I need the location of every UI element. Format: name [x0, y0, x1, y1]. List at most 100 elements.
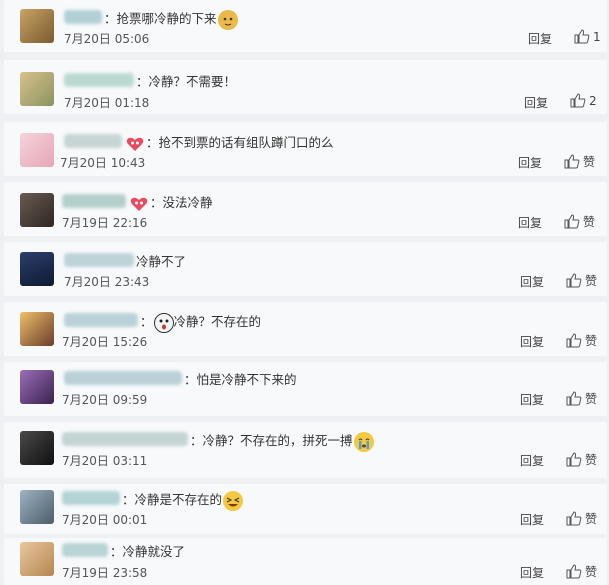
avatar[interactable]: [20, 431, 54, 465]
comment-item: ：抢不到票的话有组队蹲门口的么 7月20日 10:43 回复 赞: [4, 122, 607, 176]
comment-text: ：冷静是不存在的: [122, 489, 244, 511]
separator: ：: [104, 11, 117, 26]
reply-button[interactable]: 回复: [520, 452, 544, 469]
username-blurred[interactable]: [62, 543, 108, 557]
separator: ：: [110, 544, 123, 559]
like-count: 赞: [585, 392, 598, 406]
reply-button[interactable]: 回复: [520, 273, 544, 290]
heart-eyes-emoji-icon: [130, 196, 148, 212]
comment-item: ：冷静是不存在的 7月20日 00:01 回复 赞: [4, 484, 607, 534]
username-blurred[interactable]: [62, 194, 126, 208]
like-button[interactable]: 赞: [564, 153, 595, 170]
comment-text: ：冷静？不存在的，拼死一搏: [190, 430, 374, 452]
username-blurred[interactable]: [64, 371, 182, 385]
timestamp: 7月19日 23:58: [62, 566, 148, 580]
comment-body: 冷静？不需要！: [148, 74, 237, 89]
comment-text: ：冷静？不需要！: [136, 71, 236, 90]
separator: ：: [136, 74, 149, 89]
like-count: 赞: [585, 453, 598, 467]
separator: ：: [150, 195, 163, 210]
separator: ：: [122, 492, 135, 507]
thumbs-up-icon: [570, 93, 586, 108]
comment-item: ：怕是冷静不下来的 7月20日 09:59 回复 赞: [4, 362, 607, 416]
like-button[interactable]: 赞: [564, 213, 595, 230]
timestamp: 7月20日 09:59: [62, 393, 148, 407]
heart-eyes-emoji-icon: [126, 136, 144, 152]
timestamp: 7月20日 10:43: [60, 156, 146, 170]
comment-body: 冷静？不存在的，拼死一搏: [202, 433, 353, 448]
timestamp: 7月20日 00:01: [62, 513, 148, 527]
avatar[interactable]: [20, 370, 54, 404]
avatar[interactable]: [20, 133, 54, 167]
avatar[interactable]: [20, 72, 54, 106]
comment-item: ： 冷静？不存在的 7月20日 15:26 回复 赞: [4, 302, 607, 356]
thumbs-up-icon: [564, 154, 580, 169]
thumbs-up-icon: [566, 564, 582, 579]
comment-text: ：抢不到票的话有组队蹲门口的么: [124, 132, 334, 152]
reply-button[interactable]: 回复: [524, 94, 548, 111]
like-button[interactable]: 赞: [566, 272, 597, 289]
like-button[interactable]: 2: [570, 93, 597, 108]
comment-item: ：抢票哪冷静的下来 7月20日 05:06 回复 1: [4, 0, 607, 52]
reply-button[interactable]: 回复: [518, 214, 542, 231]
comment-item: ：冷静？不存在的，拼死一搏 7月20日 03:11 回复 赞: [4, 422, 607, 478]
doge-emoji-icon: [217, 9, 238, 30]
reply-button[interactable]: 回复: [528, 30, 552, 47]
comment-body: 没法冷静: [162, 195, 213, 210]
comment-body: 抢票哪冷静的下来: [116, 11, 217, 26]
comment-text: ：冷静就没了: [110, 541, 185, 560]
reply-button[interactable]: 回复: [520, 391, 544, 408]
username-blurred[interactable]: [64, 134, 122, 148]
avatar[interactable]: [20, 490, 54, 524]
reply-button[interactable]: 回复: [520, 333, 544, 350]
thumbs-up-icon: [564, 214, 580, 229]
timestamp: 7月19日 22:16: [62, 216, 148, 230]
comment-item: 冷静不了 7月20日 23:43 回复 赞: [4, 242, 607, 296]
username-blurred[interactable]: [64, 253, 134, 267]
comment-text: 冷静不了: [136, 251, 186, 270]
like-count: 赞: [583, 215, 596, 229]
like-count: 赞: [585, 565, 598, 579]
like-count: 赞: [585, 274, 598, 288]
like-button[interactable]: 赞: [566, 510, 597, 527]
username-blurred[interactable]: [64, 73, 134, 87]
comment-text: ：没法冷静: [128, 192, 213, 212]
separator: ：: [146, 135, 159, 150]
like-count: 2: [589, 93, 597, 108]
avatar[interactable]: [20, 193, 54, 227]
timestamp: 7月20日 15:26: [62, 335, 148, 349]
thumbs-up-icon: [574, 29, 590, 44]
like-button[interactable]: 赞: [566, 390, 597, 407]
like-count: 1: [593, 29, 601, 44]
comment-body: 冷静？不存在的: [173, 314, 262, 329]
thumbs-up-icon: [566, 452, 582, 467]
like-button[interactable]: 赞: [566, 563, 597, 580]
avatar[interactable]: [20, 542, 54, 576]
username-blurred[interactable]: [64, 313, 138, 327]
timestamp: 7月20日 03:11: [62, 454, 148, 468]
separator: ：: [140, 314, 153, 329]
separator: ：: [184, 372, 197, 387]
comment-body: 冷静是不存在的: [134, 492, 223, 507]
username-blurred[interactable]: [62, 491, 120, 505]
like-button[interactable]: 赞: [566, 451, 597, 468]
avatar[interactable]: [20, 312, 54, 346]
thumbs-up-icon: [566, 511, 582, 526]
username-blurred[interactable]: [62, 432, 188, 446]
reply-button[interactable]: 回复: [518, 154, 542, 171]
comment-body: 抢不到票的话有组队蹲门口的么: [158, 135, 334, 150]
comment-body: 冷静不了: [136, 254, 187, 269]
username-blurred[interactable]: [64, 10, 102, 24]
thumbs-up-icon: [566, 333, 582, 348]
like-button[interactable]: 赞: [566, 332, 597, 349]
avatar[interactable]: [20, 9, 54, 43]
avatar[interactable]: [20, 252, 54, 286]
reply-button[interactable]: 回复: [520, 564, 544, 581]
timestamp: 7月20日 05:06: [64, 32, 150, 46]
timestamp: 7月20日 23:43: [64, 275, 150, 289]
separator: ：: [190, 433, 203, 448]
reply-button[interactable]: 回复: [520, 511, 544, 528]
comment-text: ：抢票哪冷静的下来: [104, 8, 238, 30]
like-count: 赞: [585, 512, 598, 526]
like-button[interactable]: 1: [574, 29, 601, 44]
